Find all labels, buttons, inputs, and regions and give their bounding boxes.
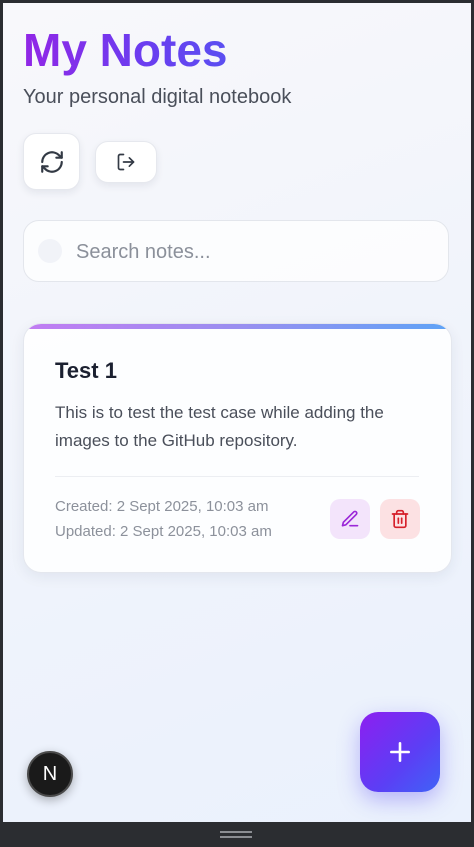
drag-handle-icon[interactable] (220, 831, 252, 838)
note-updated-date: Updated: 2 Sept 2025, 10:03 am (55, 523, 272, 540)
refresh-icon (40, 150, 63, 173)
note-created-date: Created: 2 Sept 2025, 10:03 am (55, 498, 269, 515)
note-divider (55, 476, 419, 477)
delete-note-button[interactable] (380, 499, 420, 539)
edit-note-button[interactable] (330, 499, 370, 539)
search-box (23, 220, 449, 282)
plus-icon (390, 742, 410, 762)
logout-icon (117, 153, 135, 171)
logout-button[interactable] (95, 141, 157, 183)
search-input[interactable] (74, 231, 438, 273)
app-screen: My Notes Your personal digital notebook (3, 3, 471, 822)
device-frame: My Notes Your personal digital notebook (0, 0, 474, 847)
page-title: My Notes (23, 24, 228, 76)
add-note-button[interactable] (360, 712, 440, 792)
note-title: Test 1 (55, 358, 117, 383)
trash-icon (391, 509, 409, 529)
bottom-navigation-bar (0, 822, 474, 847)
nextjs-badge-label: N (42, 762, 58, 785)
search-icon (38, 239, 62, 263)
pencil-icon (341, 510, 359, 527)
page-subtitle: Your personal digital notebook (23, 86, 292, 108)
note-card-accent-bar (24, 324, 451, 329)
refresh-button[interactable] (23, 133, 80, 190)
note-body: This is to test the test case while addi… (55, 403, 384, 450)
nextjs-dev-badge[interactable]: N (27, 751, 73, 797)
note-card[interactable]: Test 1 This is to test the test case whi… (23, 323, 452, 573)
